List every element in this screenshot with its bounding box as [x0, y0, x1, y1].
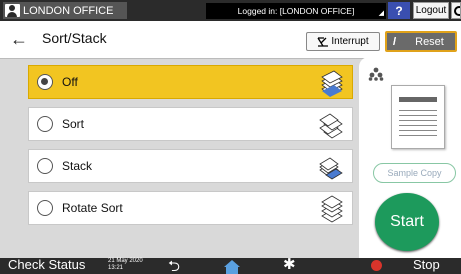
option-label: Stack [62, 159, 93, 173]
option-rotate-sort[interactable]: Rotate Sort [28, 191, 353, 225]
option-label: Off [62, 75, 78, 89]
gear-icon[interactable]: ✱ [283, 255, 296, 273]
radio-unselected [37, 116, 53, 132]
home-icon[interactable] [224, 260, 240, 274]
user-indicator: LONDON OFFICE [3, 2, 127, 19]
option-label: Sort [62, 117, 85, 131]
interrupt-label: Interrupt [331, 36, 369, 47]
power-button[interactable] [451, 2, 461, 19]
help-button[interactable]: ? [388, 2, 410, 19]
interrupt-icon [317, 36, 329, 47]
option-sort[interactable]: Sort [28, 107, 353, 141]
title-bar: ← Sort/Stack Interrupt // Reset [0, 21, 461, 59]
radio-selected [37, 74, 53, 90]
option-stack[interactable]: Stack [28, 149, 353, 183]
radio-unselected [37, 158, 53, 174]
logout-button[interactable]: Logout [413, 2, 449, 19]
stop-button[interactable]: Stop [413, 257, 440, 272]
start-button[interactable]: Start [375, 193, 439, 251]
document-preview [391, 85, 445, 149]
user-label: LONDON OFFICE [23, 4, 114, 17]
bottom-bar: Check Status 21 May 2020 13:21 ⮌ ✱ Stop [0, 255, 461, 274]
radio-unselected [37, 200, 53, 216]
login-status: Logged in: [LONDON OFFICE] ◢ [206, 3, 386, 19]
date-text: 21 May 2020 [108, 258, 143, 264]
top-bar: LONDON OFFICE Logged in: [LONDON OFFICE]… [0, 0, 461, 21]
sort-off-icon [321, 70, 343, 97]
sample-copy-button[interactable]: Sample Copy [373, 163, 456, 183]
back-arrow-icon[interactable]: ← [10, 29, 28, 49]
power-icon [454, 6, 460, 16]
login-status-text: Logged in: [LONDON OFFICE] [237, 6, 355, 16]
check-status-button[interactable]: Check Status [8, 257, 85, 272]
user-icon [5, 4, 20, 17]
undo-arrow-icon[interactable]: ⮌ [168, 256, 180, 274]
interrupt-button[interactable]: Interrupt [306, 32, 380, 51]
dots-icon [368, 67, 384, 81]
options-panel: Off Sort Stack Rotate Sort [0, 60, 358, 258]
page-title: Sort/Stack [42, 30, 107, 46]
option-off[interactable]: Off [28, 65, 353, 99]
stack-icon [319, 157, 343, 180]
reset-label: Reset [415, 35, 444, 48]
rotate-sort-icon [321, 195, 343, 223]
reset-button[interactable]: // Reset [385, 31, 457, 52]
stop-icon [371, 260, 382, 271]
side-panel: Sample Copy Start [359, 57, 461, 258]
date-time: 21 May 2020 13:21 [108, 258, 143, 272]
time-text: 13:21 [108, 265, 124, 271]
option-label: Rotate Sort [62, 201, 123, 215]
corner-icon: ◢ [378, 10, 384, 17]
sort-icon [319, 113, 343, 139]
